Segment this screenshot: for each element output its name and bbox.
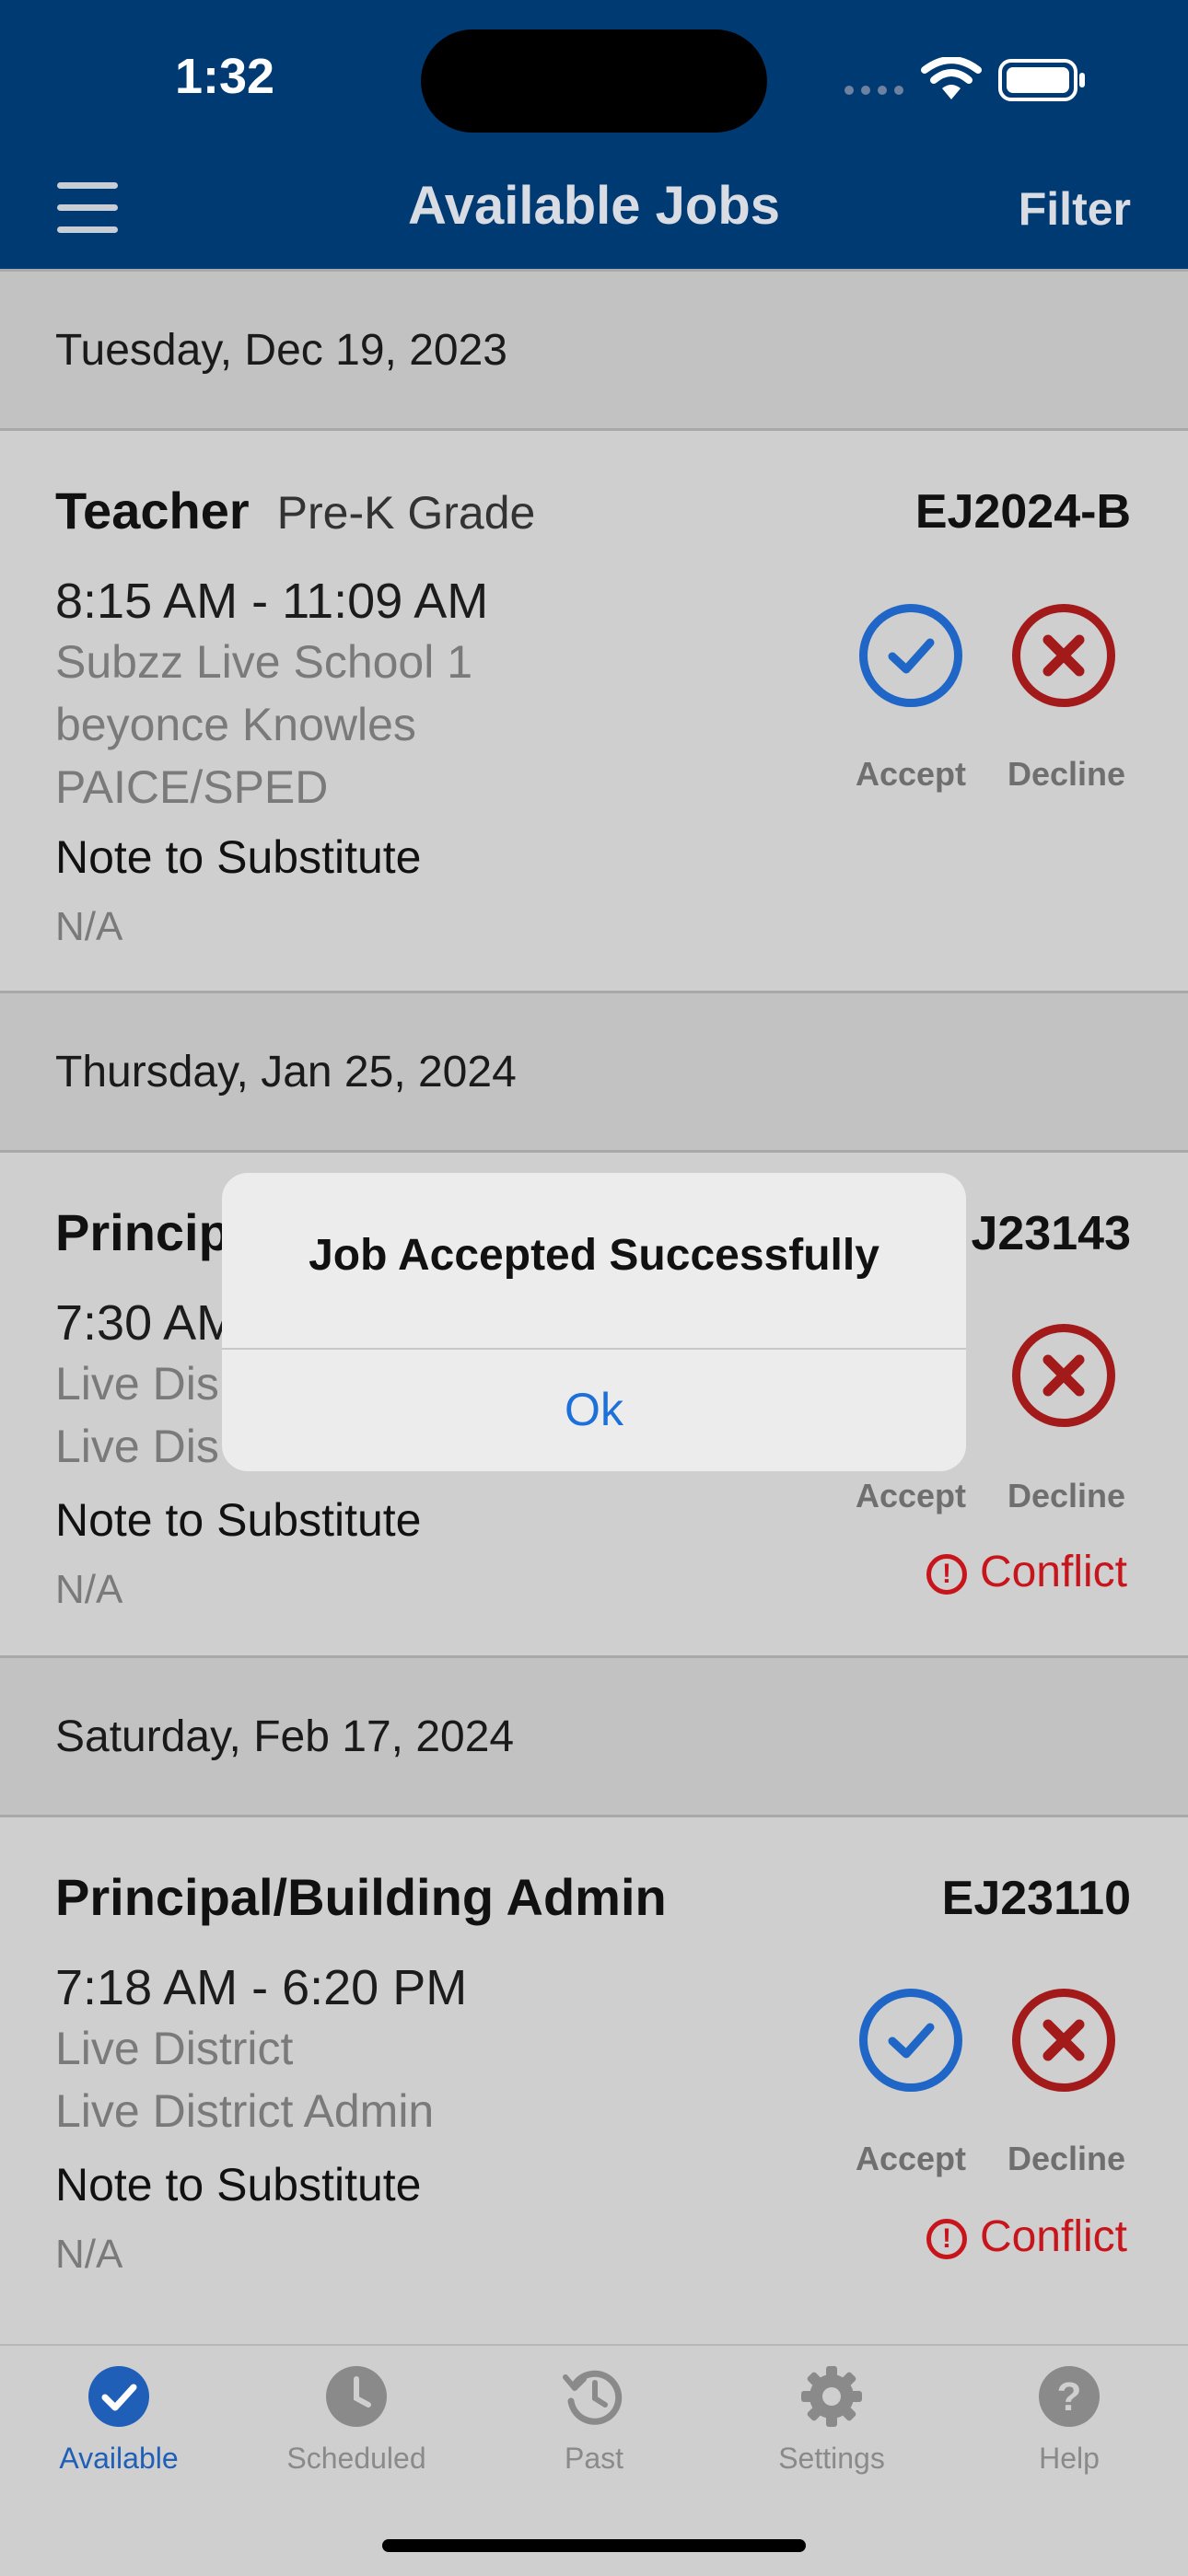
job-id: EJ23110: [941, 1872, 1131, 1925]
job-location: Live District: [55, 2023, 294, 2074]
job-department: PAICE/SPED: [55, 761, 329, 813]
history-icon: [563, 2370, 623, 2425]
job-location-admin: Live District Admin: [55, 2085, 435, 2137]
decline-label: Decline: [1007, 2140, 1126, 2177]
date-header: Saturday, Feb 17, 2024: [0, 1655, 1188, 1817]
date-header: Thursday, Jan 25, 2024: [0, 991, 1188, 1153]
decline-button[interactable]: [1012, 604, 1115, 707]
tab-label: Settings: [778, 2442, 885, 2475]
date-label: Tuesday, Dec 19, 2023: [55, 326, 507, 375]
accept-label: Accept: [855, 1477, 967, 1514]
date-header: Tuesday, Dec 19, 2023: [0, 269, 1188, 431]
accept-label: Accept: [855, 755, 967, 793]
check-circle-icon: [88, 2366, 149, 2427]
cellular-signal-icon: [844, 86, 903, 95]
job-id: J23143: [971, 1207, 1131, 1260]
dialog-divider: [222, 1348, 966, 1350]
wifi-icon: [921, 57, 982, 99]
job-title: Princip: [55, 1203, 230, 1261]
accept-label: Accept: [855, 2140, 967, 2177]
tab-label: Scheduled: [286, 2442, 426, 2475]
checkmark-icon: [888, 2023, 935, 2059]
tab-label: Help: [1039, 2442, 1100, 2475]
svg-text:?: ?: [1057, 2374, 1082, 2419]
job-id: EJ2024-B: [914, 485, 1131, 539]
tab-settings[interactable]: Settings: [713, 2364, 950, 2476]
job-time: 7:18 AM - 6:20 PM: [55, 1960, 468, 2015]
gear-icon: [801, 2366, 862, 2427]
tab-available[interactable]: Available: [0, 2364, 238, 2476]
job-school: Subzz Live School 1: [55, 636, 473, 688]
decline-button[interactable]: [1012, 1324, 1115, 1427]
job-time: 7:30 AM: [55, 1295, 239, 1351]
tab-past[interactable]: Past: [475, 2364, 713, 2476]
note-value: N/A: [55, 2232, 123, 2277]
clock-icon: [326, 2366, 387, 2427]
note-label: Note to Substitute: [55, 831, 422, 883]
note-label: Note to Substitute: [55, 2159, 422, 2210]
job-title: Teacher Pre-K Grade: [55, 482, 536, 540]
home-indicator[interactable]: [382, 2539, 806, 2552]
job-teacher: beyonce Knowles: [55, 699, 416, 750]
alert-icon: !: [926, 2219, 967, 2260]
battery-icon: [998, 59, 1085, 101]
job-title: Principal/Building Admin: [55, 1868, 667, 1926]
note-label: Note to Substitute: [55, 1494, 422, 1546]
note-value: N/A: [55, 904, 123, 949]
filter-button[interactable]: Filter: [1019, 182, 1131, 236]
conflict-indicator[interactable]: ! Conflict: [926, 2211, 1127, 2262]
date-label: Thursday, Jan 25, 2024: [55, 1048, 517, 1097]
conflict-indicator[interactable]: ! Conflict: [926, 1547, 1127, 1597]
date-label: Saturday, Feb 17, 2024: [55, 1712, 515, 1761]
job-location: Live Dis: [55, 1358, 219, 1410]
x-icon: [1042, 634, 1085, 677]
tab-label: Past: [564, 2442, 624, 2475]
alert-icon: !: [926, 1554, 967, 1595]
tab-scheduled[interactable]: Scheduled: [238, 2364, 475, 2476]
accept-button[interactable]: [859, 604, 962, 707]
tab-help[interactable]: ? Help: [950, 2364, 1188, 2476]
decline-label: Decline: [1007, 755, 1126, 793]
checkmark-icon: [888, 638, 935, 674]
status-time: 1:32: [175, 49, 275, 104]
job-time: 8:15 AM - 11:09 AM: [55, 574, 489, 629]
accept-button[interactable]: [859, 1989, 962, 2092]
tab-label: Available: [59, 2442, 179, 2475]
x-icon: [1042, 2019, 1085, 2061]
page-title: Available Jobs: [407, 176, 781, 236]
note-value: N/A: [55, 1567, 123, 1612]
dialog-title: Job Accepted Successfully: [309, 1231, 879, 1280]
decline-label: Decline: [1007, 1477, 1126, 1514]
ok-button[interactable]: Ok: [222, 1383, 966, 1436]
x-icon: [1042, 1354, 1085, 1397]
job-location-admin: Live Dis: [55, 1421, 219, 1472]
job-subtitle: Pre-K Grade: [276, 487, 536, 539]
help-icon: ?: [1039, 2366, 1100, 2427]
alert-dialog: Job Accepted Successfully Ok: [222, 1173, 966, 1471]
decline-button[interactable]: [1012, 1989, 1115, 2092]
dynamic-island: [421, 29, 767, 133]
